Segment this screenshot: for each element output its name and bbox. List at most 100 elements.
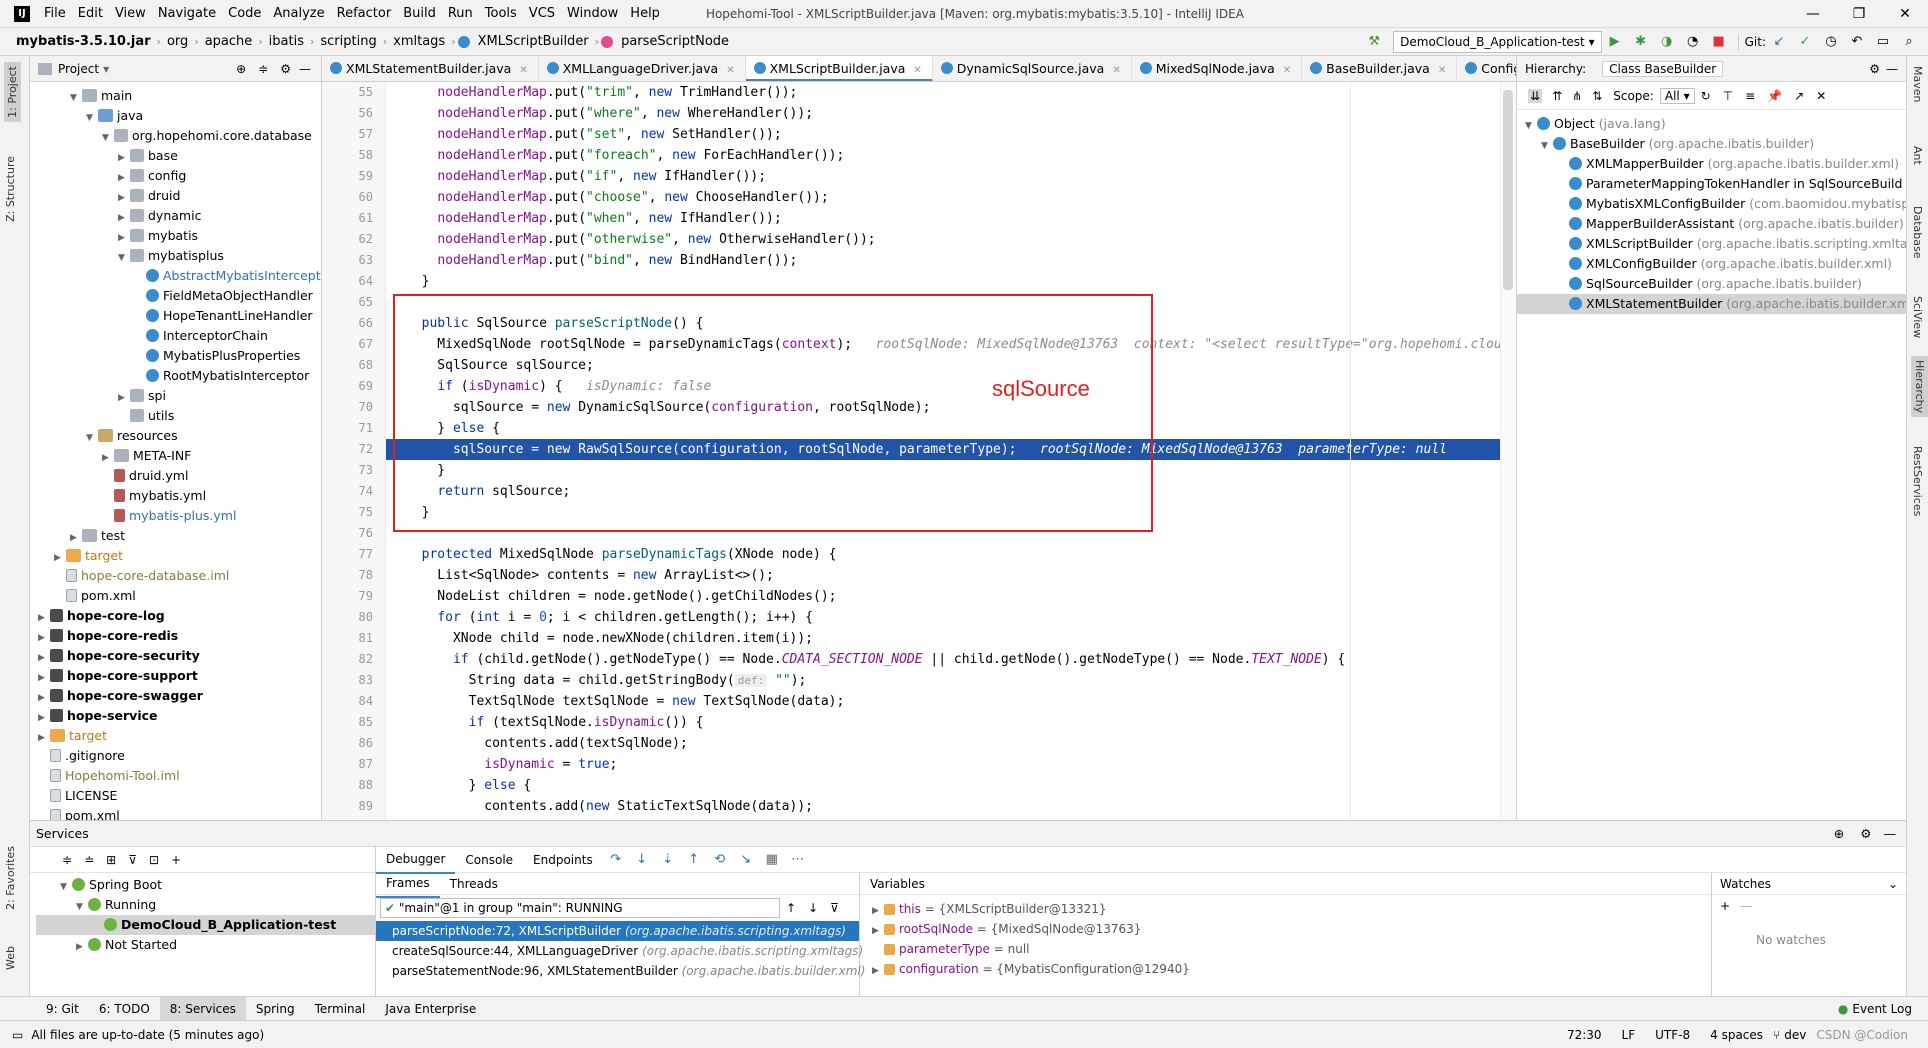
project-tree-item[interactable]: ▼ resources (30, 426, 321, 446)
git-commit-icon[interactable]: ✓ (1794, 31, 1816, 53)
git-history-icon[interactable]: ◷ (1820, 31, 1842, 53)
sort-icon[interactable]: ⇅ (1592, 89, 1602, 103)
hierarchy-item[interactable]: XMLConfigBuilder (org.apache.ibatis.buil… (1517, 254, 1906, 274)
chevron-down-icon[interactable]: ▼ (118, 248, 130, 268)
stack-frame[interactable]: parseStatementNode:96, XMLStatementBuild… (376, 961, 866, 981)
line-number[interactable]: 79 (322, 586, 385, 607)
line-number[interactable]: 61 (322, 208, 385, 229)
chevron-right-icon[interactable]: ▶ (118, 208, 130, 228)
chevron-right-icon[interactable]: ▶ (54, 548, 66, 568)
restore-icon[interactable]: ❐ (1836, 0, 1882, 28)
code-line[interactable]: if (textSqlNode.isDynamic()) { (386, 712, 1516, 733)
project-tree-item[interactable]: hope-core-database.iml (30, 566, 321, 586)
tool-window-tab[interactable]: 6: TODO (89, 997, 160, 1021)
code-line[interactable]: nodeHandlerMap.put("foreach", new ForEac… (386, 145, 1516, 166)
editor-tab[interactable]: MixedSqlNode.java ✕ (1132, 56, 1303, 81)
line-number[interactable]: 72 (322, 439, 385, 460)
project-tree-item[interactable]: RootMybatisInterceptor (30, 366, 321, 386)
project-tree-item[interactable]: InterceptorChain (30, 326, 321, 346)
stripe-tab-structure[interactable]: Z: Structure (4, 156, 17, 222)
line-number[interactable]: 88 (322, 775, 385, 796)
chevron-right-icon[interactable]: ▶ (118, 148, 130, 168)
code-line[interactable]: List<SqlNode> contents = new ArrayList<>… (386, 565, 1516, 586)
indent-setting[interactable]: 4 spaces (1710, 1028, 1763, 1042)
run-to-cursor-icon[interactable]: ↘ (735, 849, 757, 871)
threads-tab[interactable]: Threads (440, 871, 508, 897)
trace-icon[interactable]: ⋯ (787, 849, 809, 871)
project-tree-item[interactable]: pom.xml (30, 806, 321, 820)
code-line[interactable]: TextSqlNode textSqlNode = new TextSqlNod… (386, 691, 1516, 712)
project-tree-item[interactable]: pom.xml (30, 586, 321, 606)
chevron-right-icon[interactable]: ▶ (38, 668, 50, 688)
filter-icon[interactable]: ⊽ (830, 901, 839, 915)
editor-tab[interactable]: DynamicSqlSource.java ✕ (933, 56, 1132, 81)
line-number[interactable]: 83 (322, 670, 385, 691)
collapse-all-icon[interactable]: ≑ (258, 62, 268, 76)
up-arrow-icon[interactable]: ↑ (786, 901, 796, 915)
stack-frame[interactable]: createSqlSource:44, XMLLanguageDriver (o… (376, 941, 863, 961)
close-icon[interactable]: ✕ (1283, 65, 1291, 76)
supertypes-icon[interactable]: ⇈ (1552, 89, 1562, 103)
project-tree-item[interactable]: ▶ dynamic (30, 206, 321, 226)
layout-icon[interactable]: ▭ (1872, 31, 1894, 53)
event-log-button[interactable]: Event Log (1852, 1002, 1912, 1016)
editor-tab[interactable]: XMLStatementBuilder.java ✕ (322, 56, 539, 81)
variable-row[interactable]: ▶ this = {XMLScriptBuilder@13321} (860, 899, 1711, 919)
menu-help[interactable]: Help (624, 0, 666, 28)
stripe-tab-hierarchy[interactable]: Hierarchy (1911, 356, 1928, 418)
chevron-right-icon[interactable]: ▶ (38, 728, 50, 748)
hierarchy-item[interactable]: MybatisXMLConfigBuilder (com.baomidou.my… (1517, 194, 1906, 214)
editor-tab[interactable]: XMLLanguageDriver.java ✕ (539, 56, 746, 81)
chevron-right-icon[interactable]: ▶ (38, 708, 50, 728)
build-hammer-icon[interactable]: ⚒ (1363, 31, 1385, 53)
line-number[interactable]: 70 (322, 397, 385, 418)
line-number[interactable]: 56 (322, 103, 385, 124)
stripe-tab-database[interactable]: Database (1911, 206, 1924, 259)
close-window-icon[interactable]: ✕ (1882, 0, 1928, 28)
line-number[interactable]: 66 (322, 313, 385, 334)
chevron-down-icon[interactable]: ▾ (103, 62, 109, 76)
close-icon[interactable]: ✕ (519, 65, 527, 76)
chevron-right-icon[interactable]: ▶ (38, 648, 50, 668)
menu-analyze[interactable]: Analyze (267, 0, 330, 28)
code-line[interactable]: nodeHandlerMap.put("trim", new TrimHandl… (386, 82, 1516, 103)
chevron-right-icon[interactable]: ▶ (118, 188, 130, 208)
hierarchy-item[interactable]: SqlSourceBuilder (org.apache.ibatis.buil… (1517, 274, 1906, 294)
force-step-into-icon[interactable]: ⇣ (657, 849, 679, 871)
code-line[interactable]: if (child.getNode().getNodeType() == Nod… (386, 649, 1516, 670)
project-tree-item[interactable]: ▶ hope-core-swagger (30, 686, 321, 706)
line-number[interactable]: 63 (322, 250, 385, 271)
line-number[interactable]: 78 (322, 565, 385, 586)
close-icon[interactable]: ✕ (1816, 89, 1826, 103)
evaluate-icon[interactable]: ▦ (761, 849, 783, 871)
variable-row[interactable]: ▶ rootSqlNode = {MixedSqlNode@13763} (860, 919, 1711, 939)
editor-scroll-thumb[interactable] (1503, 90, 1513, 290)
project-tree-item[interactable]: ▶ druid (30, 186, 321, 206)
code-line[interactable]: isDynamic = true; (386, 754, 1516, 775)
editor-tab[interactable]: XMLScriptBuilder.java ✕ (745, 56, 933, 81)
subtypes-icon[interactable]: ⇊ (1528, 88, 1543, 103)
chevron-down-icon[interactable]: ▼ (1541, 136, 1553, 156)
tool-window-tab[interactable]: 9: Git (36, 997, 89, 1021)
tool-window-tab[interactable]: Terminal (305, 997, 376, 1021)
breadcrumb-item[interactable]: org (163, 34, 192, 49)
remove-watch-icon[interactable]: — (1740, 899, 1752, 913)
chevron-right-icon[interactable]: ▶ (76, 937, 88, 957)
menu-file[interactable]: File (38, 0, 72, 28)
add-icon[interactable]: ⊕ (1834, 826, 1844, 841)
project-tree-item[interactable]: .gitignore (30, 746, 321, 766)
git-update-icon[interactable]: ↙ (1768, 31, 1790, 53)
drop-frame-icon[interactable]: ⟲ (709, 849, 731, 871)
filter-icon[interactable]: ⊽ (128, 853, 137, 867)
code-line[interactable]: NodeList children = node.getNode().getCh… (386, 586, 1516, 607)
hierarchy-item[interactable]: ▼ BaseBuilder (org.apache.ibatis.builder… (1517, 134, 1906, 154)
add-service-icon[interactable]: + (171, 853, 181, 867)
run-config-select[interactable]: DemoCloud_B_Application-test ▾ (1393, 30, 1602, 53)
git-rollback-icon[interactable]: ↶ (1846, 31, 1868, 53)
line-separator[interactable]: LF (1622, 1028, 1636, 1042)
stripe-tab-web[interactable]: Web (4, 946, 17, 970)
code-line[interactable]: protected MixedSqlNode parseDynamicTags(… (386, 544, 1516, 565)
project-tree-item[interactable]: ▶ hope-core-security (30, 646, 321, 666)
stripe-tab-project[interactable]: 1: Project (4, 62, 21, 122)
hide-icon[interactable]: — (1886, 62, 1898, 76)
